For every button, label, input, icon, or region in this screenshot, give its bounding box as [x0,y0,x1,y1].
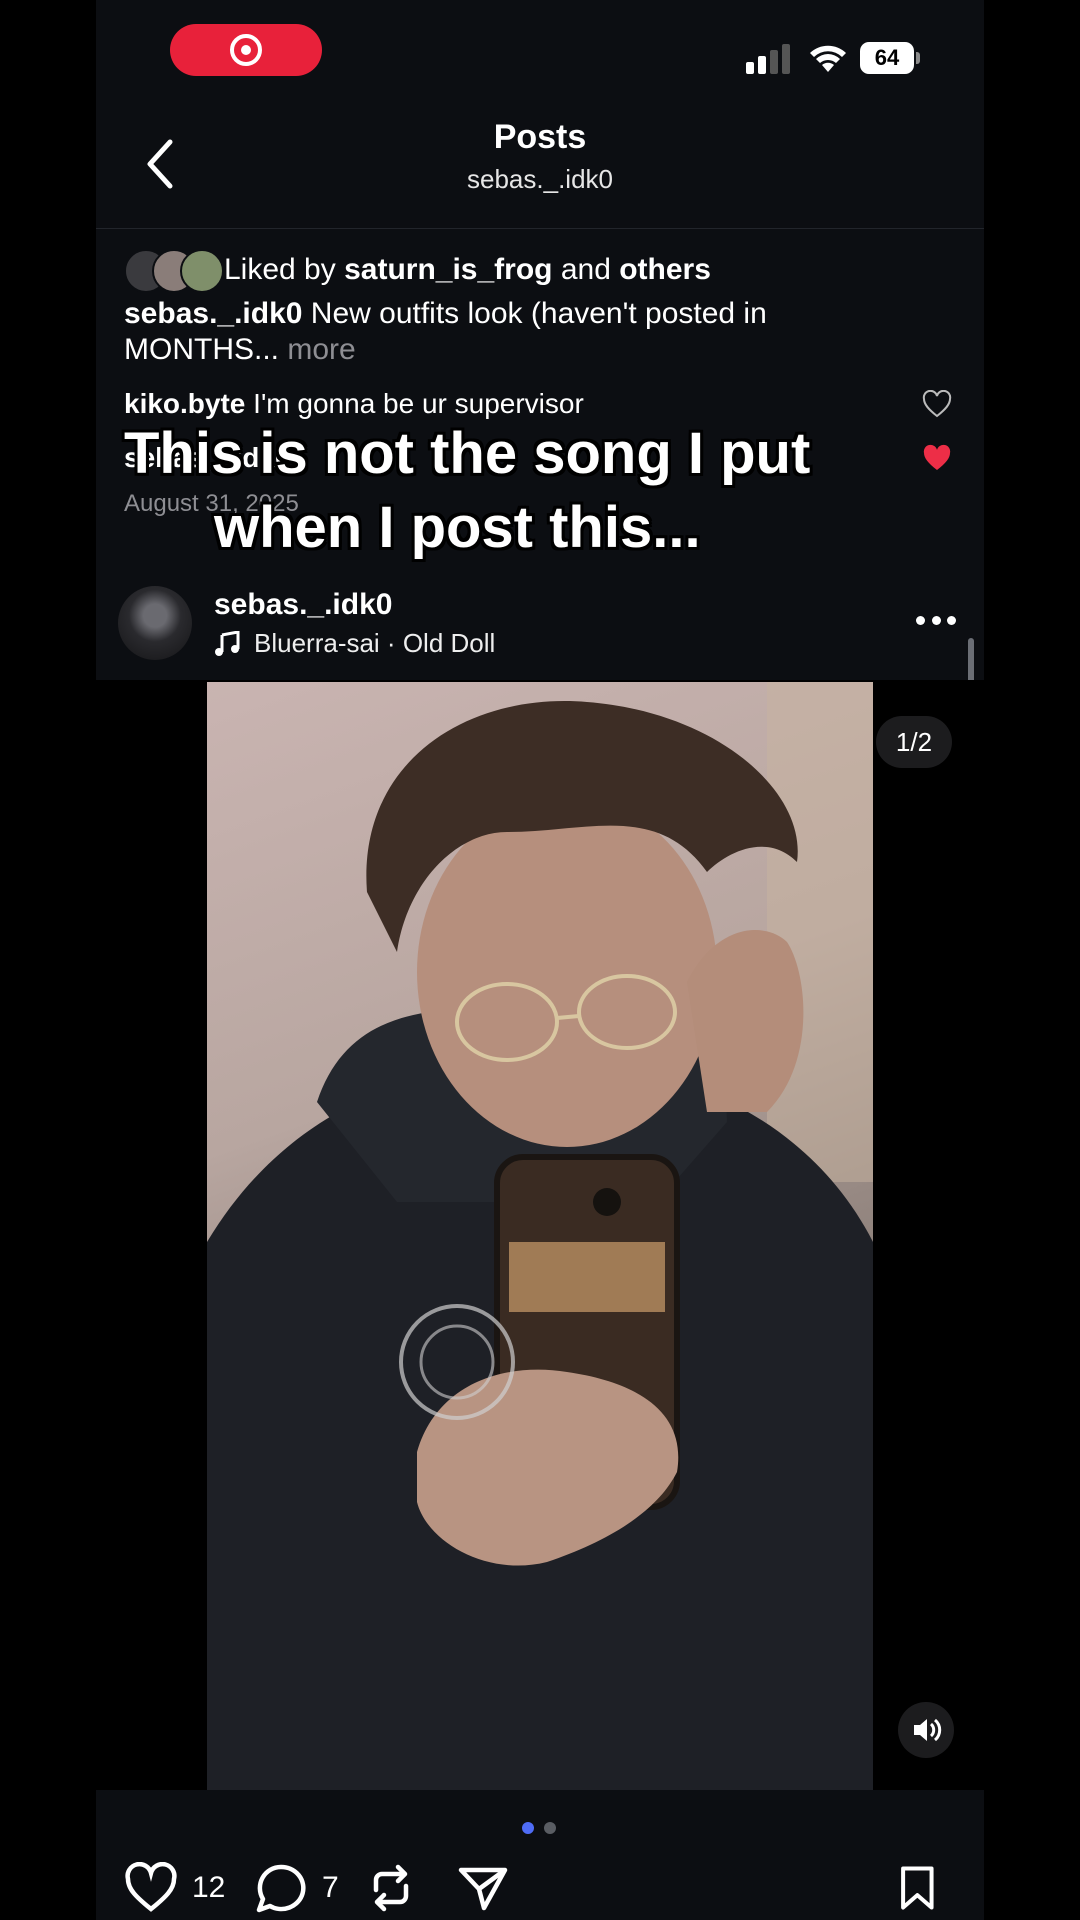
music-attribution[interactable]: Bluerra-sai · Old Doll [214,628,495,659]
comment-user[interactable]: sebas._.idk0 [124,442,291,473]
liked-by-text: Liked by saturn_is_frog and others [224,253,711,287]
more-icon[interactable] [916,616,956,630]
repost-icon [373,1864,409,1912]
liker-avatars [124,249,224,293]
comment-text: I'm gonna be ur supervisor [253,388,584,419]
liked-by-prefix: Liked by [224,253,336,286]
status-bar: 64 [96,0,984,110]
carousel-page-counter: 1/2 [876,716,952,768]
heart-icon[interactable] [922,444,952,472]
liked-by-user[interactable]: saturn_is_frog [344,253,552,286]
share-icon [458,1867,508,1911]
like-count: 12 [192,1871,226,1904]
post-header: sebas._.idk0 Bluerra-sai · Old Doll [96,578,984,678]
repost-button[interactable] [364,1862,418,1914]
comment-count: 7 [322,1871,339,1904]
like-button[interactable]: 12 [124,1862,225,1914]
top-navigation: Posts sebas._.idk0 [96,110,984,229]
post-date: August 31, 2025 [124,490,299,517]
avatar[interactable] [118,586,192,660]
volume-button[interactable] [898,1702,954,1758]
post-actions-bar: 12 7 [96,1862,984,1918]
battery-level: 64 [860,42,914,74]
comment-button[interactable]: 7 [254,1862,339,1914]
page-title: Posts [493,118,587,156]
battery-tip [916,52,920,64]
post-caption: sebas._.idk0 New outfits look (haven't p… [124,296,924,368]
post-photo[interactable] [207,682,873,1790]
avatar [180,249,224,293]
heart-icon [125,1862,177,1912]
volume-icon [914,1718,942,1742]
carousel-dot [544,1822,556,1834]
battery-icon: 64 [860,42,920,74]
post-username[interactable]: sebas._.idk0 [214,588,392,622]
bookmark-icon [901,1866,934,1910]
liked-by-others[interactable]: others [619,253,711,286]
comment-user[interactable]: kiko.byte [124,388,245,419]
comment-item: kiko.byte I'm gonna be ur supervisor [124,388,584,420]
selfie-illustration [207,682,873,1790]
wifi-icon [810,45,846,72]
comment-item: sebas._.idk0 [124,442,291,474]
music-title: Bluerra-sai · Old Doll [254,628,496,658]
music-note-icon [215,630,240,656]
liked-by-joiner: and [560,253,611,286]
comment-icon [256,1864,306,1913]
save-button[interactable] [896,1862,944,1914]
heart-icon[interactable] [922,390,952,418]
caption-user[interactable]: sebas._.idk0 [124,297,302,330]
carousel-dot-active [522,1822,534,1834]
caption-more-link[interactable]: more [287,333,355,366]
liked-by-row[interactable]: Liked by saturn_is_frog and others [124,248,711,293]
phone-screen: 64 Posts sebas._.idk0 Liked by saturn_is… [96,0,984,1920]
record-icon [230,34,262,66]
share-button[interactable] [456,1862,510,1914]
carousel-indicator [522,1822,556,1834]
page-subtitle[interactable]: sebas._.idk0 [96,164,984,195]
cellular-signal-icon [746,44,790,74]
screen-recording-indicator[interactable] [170,24,322,76]
